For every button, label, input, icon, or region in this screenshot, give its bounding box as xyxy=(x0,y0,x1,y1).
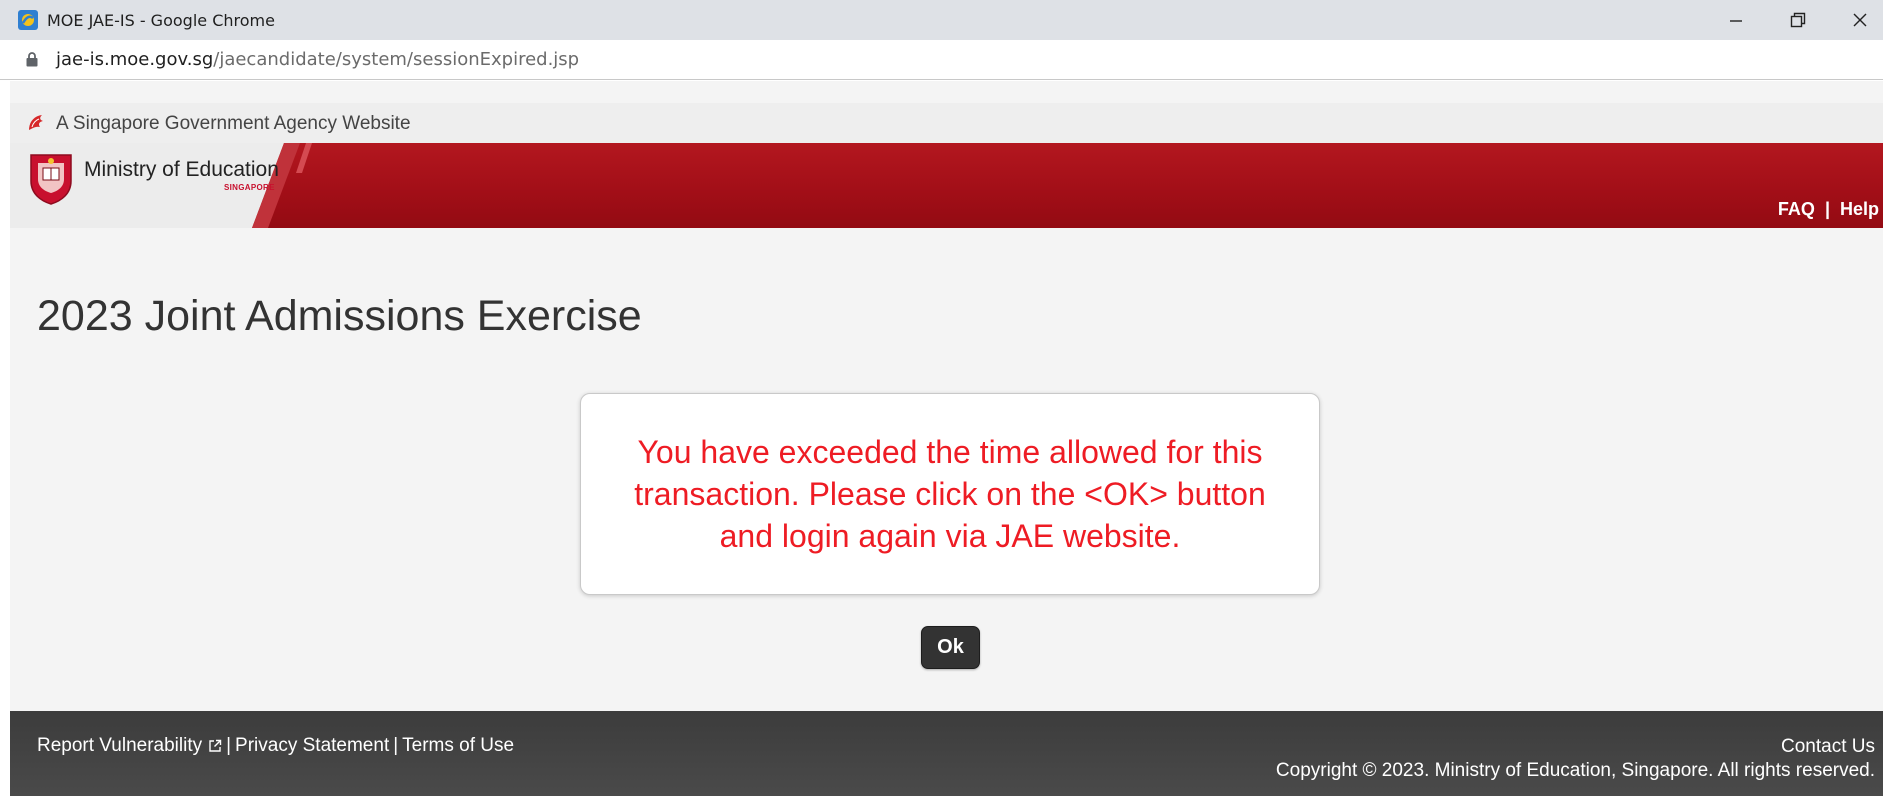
contact-us-link[interactable]: Contact Us xyxy=(1276,735,1875,759)
faq-link[interactable]: FAQ xyxy=(1778,199,1815,219)
ministry-name[interactable]: Ministry of Education xyxy=(84,158,279,182)
close-icon xyxy=(1853,13,1867,27)
page-title: 2023 Joint Admissions Exercise xyxy=(37,292,642,340)
moe-header: Ministry of Education SINGAPORE FAQ | Help xyxy=(10,143,1883,228)
moe-crest-icon[interactable] xyxy=(28,151,74,205)
external-link-icon xyxy=(209,739,222,752)
header-link-separator: | xyxy=(1824,199,1830,219)
report-vulnerability-label: Report Vulnerability xyxy=(37,735,203,756)
minimize-icon xyxy=(1730,20,1742,22)
lion-head-icon xyxy=(29,115,43,130)
session-expired-message-box: You have exceeded the time allowed for t… xyxy=(580,393,1320,595)
ministry-country: SINGAPORE xyxy=(224,183,275,192)
page-viewport: A Singapore Government Agency Website Mi… xyxy=(10,81,1883,796)
help-link[interactable]: Help xyxy=(1840,199,1879,219)
ok-button[interactable]: Ok xyxy=(921,626,980,669)
close-window-button[interactable] xyxy=(1830,0,1883,40)
minimize-button[interactable] xyxy=(1706,0,1766,40)
privacy-statement-link[interactable]: Privacy Statement xyxy=(235,735,389,756)
window-title: MOE JAE-IS - Google Chrome xyxy=(47,11,275,30)
report-vulnerability-link[interactable]: Report Vulnerability xyxy=(37,735,222,756)
url-host: jae-is.moe.gov.sg xyxy=(56,49,214,70)
restore-button[interactable] xyxy=(1768,0,1828,40)
gov-agency-text: A Singapore Government Agency Website xyxy=(56,113,411,134)
gov-agency-banner: A Singapore Government Agency Website xyxy=(10,103,1883,143)
terms-of-use-link[interactable]: Terms of Use xyxy=(402,735,514,756)
header-links: FAQ | Help xyxy=(1778,199,1879,220)
restore-icon xyxy=(1790,12,1806,28)
url-path: /jaecandidate/system/sessionExpired.jsp xyxy=(213,49,580,70)
browser-title-bar: MOE JAE-IS - Google Chrome xyxy=(0,0,1883,40)
footer-separator: | xyxy=(226,735,232,756)
url-text[interactable]: jae-is.moe.gov.sg/jaecandidate/system/se… xyxy=(56,49,579,70)
session-expired-message: You have exceeded the time allowed for t… xyxy=(634,434,1266,554)
copyright-text: Copyright © 2023. Ministry of Education,… xyxy=(1275,760,1875,781)
footer-separator: | xyxy=(393,735,399,756)
top-spacer xyxy=(10,81,1883,103)
footer-right: Contact Us Copyright © 2023. Ministry of… xyxy=(1276,735,1875,783)
footer-links: Report Vulnerability | Privacy Statement | T… xyxy=(37,735,514,757)
lock-icon xyxy=(26,52,38,67)
site-favicon-icon xyxy=(18,10,38,30)
address-bar[interactable]: jae-is.moe.gov.sg/jaecandidate/system/se… xyxy=(0,40,1883,80)
footer: Report Vulnerability | Privacy Statement | T… xyxy=(10,711,1883,796)
